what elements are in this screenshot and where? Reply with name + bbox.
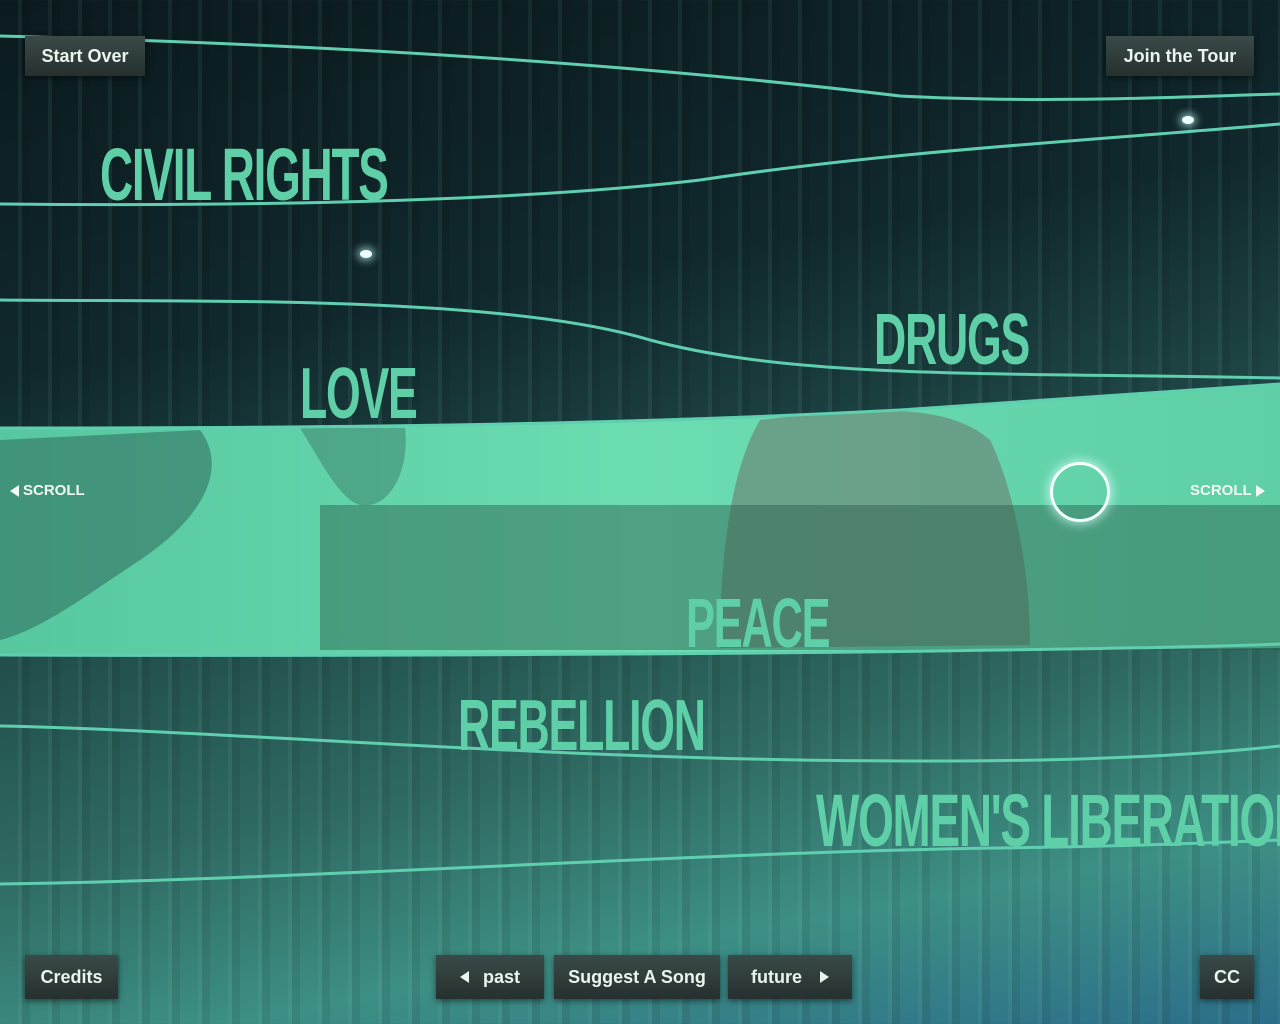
topic-peace[interactable]: PEACE [686, 588, 831, 658]
join-tour-button[interactable]: Join the Tour [1106, 36, 1254, 76]
topic-love[interactable]: LOVE [300, 358, 418, 430]
arrow-left-icon [459, 971, 469, 983]
past-label: past [482, 966, 520, 987]
cc-button[interactable]: CC [1200, 955, 1254, 999]
credits-button[interactable]: Credits [25, 955, 118, 999]
suggest-song-button[interactable]: Suggest A Song [554, 955, 720, 999]
start-over-button[interactable]: Start Over [25, 36, 145, 76]
topic-civil-rights[interactable]: CIVIL RIGHTS [100, 138, 389, 212]
glow-dot [1182, 116, 1194, 124]
glow-dot [360, 250, 372, 258]
scroll-left-label: SCROLL [23, 482, 85, 499]
cursor-ring [1050, 462, 1110, 522]
arrow-right-icon [820, 971, 829, 983]
topic-drugs[interactable]: DRUGS [874, 304, 1030, 376]
scroll-right-button[interactable]: SCROLL [1190, 482, 1265, 499]
arrow-left-icon [10, 484, 19, 497]
future-label: future [751, 966, 802, 987]
scroll-right-label: SCROLL [1190, 482, 1252, 499]
arrow-right-icon [1255, 484, 1265, 497]
future-button[interactable]: future [728, 955, 852, 999]
topic-rebellion[interactable]: REBELLION [458, 690, 706, 762]
past-button[interactable]: past [436, 955, 544, 999]
scroll-left-button[interactable]: SCROLL [10, 482, 85, 499]
topic-womens-liberation[interactable]: WOMEN'S LIBERATION [816, 784, 1280, 858]
